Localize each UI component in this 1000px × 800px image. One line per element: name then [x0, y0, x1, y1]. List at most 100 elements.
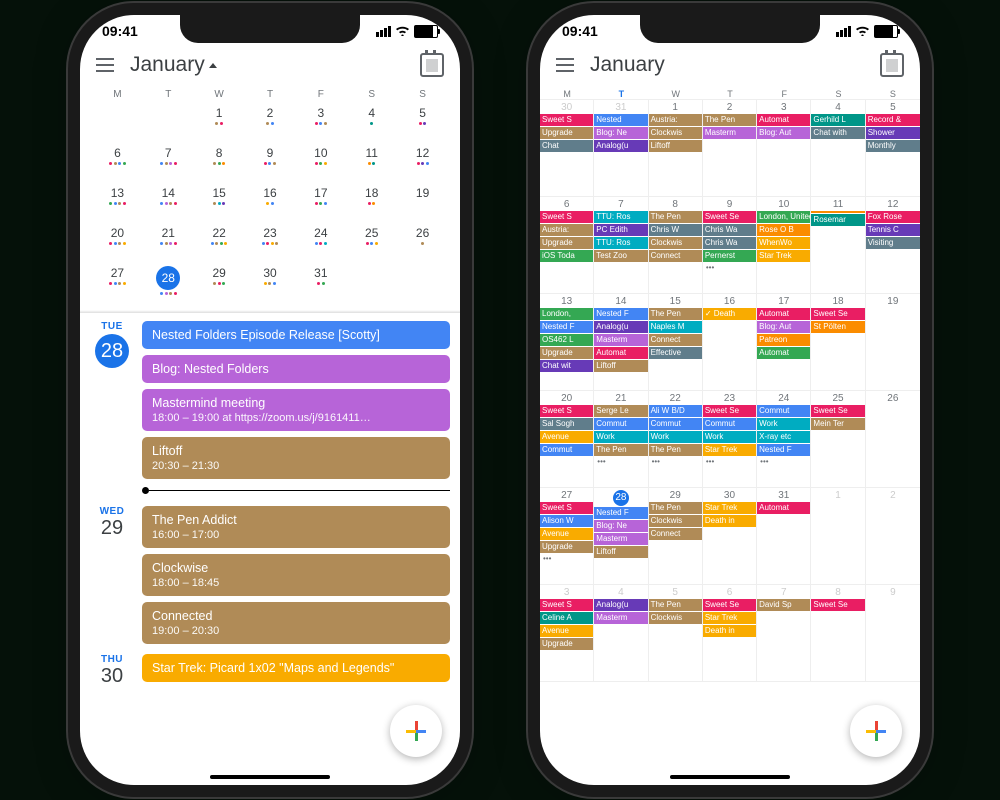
event-chip[interactable]: Sweet Se — [811, 308, 864, 320]
month-day-cell[interactable]: 8The PenChris WClockwisConnect — [649, 197, 703, 294]
event-chip[interactable]: Test Zoo — [594, 250, 647, 262]
mini-day-cell[interactable]: 14 — [143, 186, 194, 220]
month-day-cell[interactable]: 5Record &ShowerMonthly — [866, 100, 920, 197]
event-chip[interactable]: Chat — [540, 140, 593, 152]
mini-day-cell[interactable]: 21 — [143, 226, 194, 260]
event-chip[interactable]: Automat — [594, 347, 647, 359]
event-chip[interactable]: Masterm — [594, 533, 647, 545]
event-chip[interactable]: Commut — [703, 418, 756, 430]
event-chip[interactable]: Sweet Se — [811, 599, 864, 611]
month-day-cell[interactable]: 22Ali W B/DCommutWorkThe Pen••• — [649, 391, 703, 488]
event-chip[interactable]: Connect — [649, 250, 702, 262]
month-day-cell[interactable]: 30Star TrekDeath in — [703, 488, 757, 585]
event-chip[interactable]: Effective — [649, 347, 702, 359]
event-chip[interactable]: Clockwis — [649, 127, 702, 139]
event-chip[interactable]: Sweet Se — [703, 405, 756, 417]
month-day-cell[interactable]: 31NestedBlog: NeAnalog(u — [594, 100, 648, 197]
fab-add-event[interactable] — [390, 705, 442, 757]
month-day-cell[interactable]: 14Nested FAnalog(uMastermAutomatLiftoff — [594, 294, 648, 391]
month-day-cell[interactable]: 11Rosemar — [811, 197, 865, 294]
event-chip[interactable]: Chat with — [811, 127, 864, 139]
event-chip[interactable]: Rosemar — [811, 214, 864, 226]
event-chip[interactable]: Austria: — [649, 114, 702, 126]
event-chip[interactable]: Liftoff — [594, 546, 647, 558]
mini-day-cell[interactable]: 28 — [143, 266, 194, 300]
event-chip[interactable]: Avenue — [540, 431, 593, 443]
mini-day-cell[interactable]: 8 — [194, 146, 245, 180]
home-indicator[interactable] — [670, 775, 790, 779]
event-chip[interactable]: Commut — [594, 418, 647, 430]
month-title[interactable]: January — [590, 53, 864, 77]
mini-day-cell[interactable]: 4 — [346, 106, 397, 140]
event-chip[interactable]: Sweet S — [540, 405, 593, 417]
event-chip[interactable]: Nested F — [540, 321, 593, 333]
month-day-cell[interactable]: 6Sweet SAustria:UpgradeiOS Toda — [540, 197, 594, 294]
mini-day-cell[interactable]: 26 — [397, 226, 448, 260]
event-chip[interactable]: Chris Wa — [703, 224, 756, 236]
today-icon[interactable] — [420, 53, 444, 77]
month-day-cell[interactable]: 13London,Nested FOS462 LUpgradeChat wit — [540, 294, 594, 391]
month-day-cell[interactable]: 9 — [866, 585, 920, 682]
mini-day-cell[interactable]: 31 — [295, 266, 346, 300]
event-chip[interactable]: Celine A — [540, 612, 593, 624]
month-day-cell[interactable]: 9Sweet SeChris WaChris WaPernerst••• — [703, 197, 757, 294]
month-day-cell[interactable]: 1Austria:ClockwisLiftoff — [649, 100, 703, 197]
event-chip[interactable]: Work — [703, 431, 756, 443]
event-chip[interactable]: Pernerst — [703, 250, 756, 262]
event-chip[interactable]: The Pen — [649, 211, 702, 223]
agenda-event[interactable]: Connected19:00 – 20:30 — [142, 602, 450, 644]
full-month-grid[interactable]: 30Sweet SUpgradeChat31NestedBlog: NeAnal… — [540, 100, 920, 682]
month-day-cell[interactable]: 2The PenMasterm — [703, 100, 757, 197]
event-chip[interactable]: Blog: Aut — [757, 321, 810, 333]
event-chip[interactable]: The Pen — [649, 308, 702, 320]
mini-day-cell[interactable]: 10 — [295, 146, 346, 180]
event-chip[interactable]: The Pen — [594, 444, 647, 456]
mini-day-cell[interactable]: 3 — [295, 106, 346, 140]
more-events-icon[interactable]: ••• — [540, 554, 593, 563]
month-day-cell[interactable]: 12Fox RoseTennis CVisiting — [866, 197, 920, 294]
event-chip[interactable]: Austria: — [540, 224, 593, 236]
event-chip[interactable]: Sweet S — [540, 502, 593, 514]
month-day-cell[interactable]: 28Nested FBlog: NeMastermLiftoff — [594, 488, 648, 585]
event-chip[interactable]: Upgrade — [540, 541, 593, 553]
month-day-cell[interactable]: 20Sweet SSal SoghAvenueCommut — [540, 391, 594, 488]
event-chip[interactable]: Connect — [649, 334, 702, 346]
event-chip[interactable]: St Pölten — [811, 321, 864, 333]
mini-day-cell[interactable]: 15 — [194, 186, 245, 220]
mini-day-cell[interactable]: 12 — [397, 146, 448, 180]
event-chip[interactable]: iOS Toda — [540, 250, 593, 262]
event-chip[interactable]: Gerhild L — [811, 114, 864, 126]
more-events-icon[interactable]: ••• — [757, 457, 810, 466]
mini-day-cell[interactable]: 7 — [143, 146, 194, 180]
today-icon[interactable] — [880, 53, 904, 77]
event-chip[interactable]: Chat wit — [540, 360, 593, 372]
event-chip[interactable]: TTU: Ros — [594, 211, 647, 223]
month-day-cell[interactable]: 3Sweet SCeline AAvenueUpgrade — [540, 585, 594, 682]
mini-day-cell[interactable]: 6 — [92, 146, 143, 180]
mini-day-cell[interactable]: 25 — [346, 226, 397, 260]
event-chip[interactable]: Upgrade — [540, 237, 593, 249]
event-chip[interactable]: Nested F — [757, 444, 810, 456]
fab-add-event[interactable] — [850, 705, 902, 757]
mini-day-cell[interactable]: 5 — [397, 106, 448, 140]
event-chip[interactable]: Star Trek — [703, 444, 756, 456]
month-day-cell[interactable]: 7TTU: RosPC EdithTTU: RosTest Zoo — [594, 197, 648, 294]
more-events-icon[interactable]: ••• — [594, 457, 647, 466]
mini-day-cell[interactable]: 17 — [295, 186, 346, 220]
month-day-cell[interactable]: 1 — [811, 488, 865, 585]
month-day-cell[interactable]: 18Sweet SeSt Pölten — [811, 294, 865, 391]
mini-day-cell[interactable]: 23 — [245, 226, 296, 260]
month-day-cell[interactable]: 25Sweet SeMein Ter — [811, 391, 865, 488]
month-day-cell[interactable]: 30Sweet SUpgradeChat — [540, 100, 594, 197]
home-indicator[interactable] — [210, 775, 330, 779]
event-chip[interactable] — [811, 211, 864, 213]
event-chip[interactable]: Chris W — [649, 224, 702, 236]
event-chip[interactable]: Nested — [594, 114, 647, 126]
month-day-cell[interactable]: 29The PenClockwisConnect — [649, 488, 703, 585]
event-chip[interactable]: Masterm — [594, 334, 647, 346]
mini-day-cell[interactable]: 2 — [245, 106, 296, 140]
event-chip[interactable]: Mein Ter — [811, 418, 864, 430]
month-day-cell[interactable]: 19 — [866, 294, 920, 391]
event-chip[interactable]: Clockwis — [649, 612, 702, 624]
event-chip[interactable]: Upgrade — [540, 127, 593, 139]
